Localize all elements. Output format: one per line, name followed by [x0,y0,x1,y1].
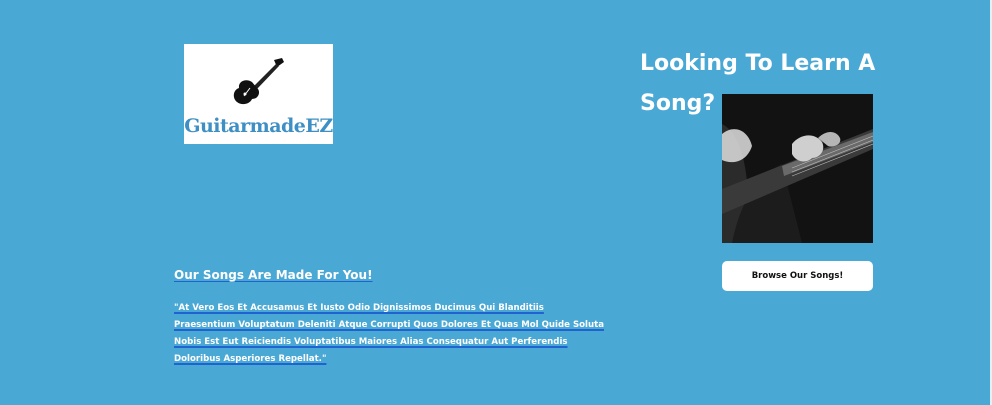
quote-text: "At Vero Eos Et Accusamus Et Iusto Odio … [174,300,604,368]
logo-text: GuitarmadeEZ [184,115,333,137]
electric-guitar-icon [233,58,284,105]
quote-text-content: "At Vero Eos Et Accusamus Et Iusto Odio … [174,303,605,364]
guitar-player-photo [722,94,873,243]
site-logo[interactable]: GuitarmadeEZ [184,44,333,144]
section-subtitle: Our Songs Are Made For You! [174,268,373,282]
browse-songs-button[interactable]: Browse Our Songs! [722,261,873,291]
guitar-photo-illustration [722,94,873,243]
